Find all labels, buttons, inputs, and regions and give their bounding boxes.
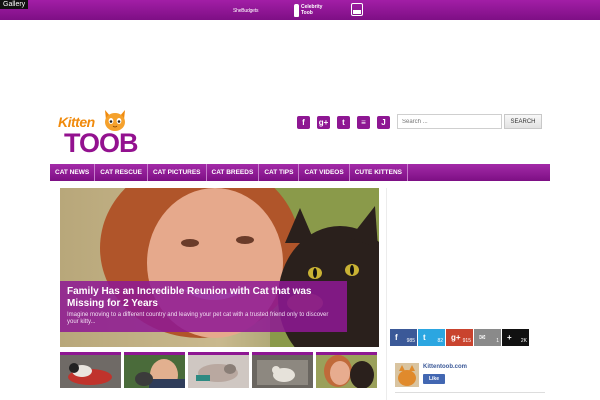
share-facebook-count: 985 (406, 338, 415, 344)
slider-thumbnails (60, 352, 377, 388)
hero-title[interactable]: Family Has an Incredible Reunion with Ca… (67, 286, 340, 310)
share-facebook-icon: f (395, 333, 398, 342)
nav-cat-videos[interactable]: CAT VIDEOS (299, 164, 350, 181)
share-google-plus-button[interactable]: g+ 915 (446, 329, 473, 346)
nav-cute-kittens[interactable]: CUTE KITTENS (350, 164, 409, 181)
share-facebook-button[interactable]: f 985 (390, 329, 417, 346)
logo-toob-text: TOOB (64, 128, 139, 158)
nav-cat-tips[interactable]: CAT TIPS (259, 164, 300, 181)
gallery-link[interactable]: Gallery (0, 0, 29, 9)
share-twitter-button[interactable]: t 82 (418, 329, 445, 346)
celebrity-toob-logo[interactable]: Celebrity Toob (294, 4, 334, 17)
facebook-widget-divider (395, 392, 545, 393)
hero-description: Imagine moving to a different country an… (67, 312, 329, 325)
facebook-page-name[interactable]: Kittentoob.com (423, 364, 467, 370)
search-button[interactable]: SEARCH (504, 114, 542, 129)
nav-cat-news[interactable]: CAT NEWS (50, 164, 96, 181)
header-social-icons: f g+ t ≡ J (297, 116, 390, 129)
share-google-plus-count: 915 (462, 338, 471, 344)
share-twitter-count: 82 (437, 338, 443, 344)
share-more-icon: + (507, 333, 512, 342)
facebook-icon[interactable]: f (297, 116, 310, 129)
nav-cat-rescue[interactable]: CAT RESCUE (95, 164, 148, 181)
share-bar: f 985 t 82 g+ 915 ✉ 1 + 2K (390, 329, 529, 346)
share-more-button[interactable]: + 2K (502, 329, 529, 346)
site-logo[interactable]: Kitten TOOB (58, 108, 153, 158)
twitter-icon[interactable]: t (337, 116, 350, 129)
share-more-count: 2K (520, 338, 527, 344)
share-twitter-icon: t (423, 333, 426, 342)
share-google-plus-icon: g+ (451, 333, 461, 342)
sidebar-divider (386, 188, 387, 400)
hero-caption[interactable]: Family Has an Incredible Reunion with Ca… (60, 281, 347, 332)
rss-icon[interactable]: ≡ (357, 116, 370, 129)
network-bar: Gallery SheBudgets Celebrity Toob (0, 0, 600, 20)
celebrity-logo-line2: Toob (301, 10, 313, 16)
stumbleupon-icon[interactable]: J (377, 116, 390, 129)
thumbnail-2[interactable] (124, 352, 185, 388)
thumbnail-3[interactable] (188, 352, 249, 388)
search-input[interactable] (397, 114, 502, 129)
tiny-tv-logo[interactable] (351, 3, 363, 16)
facebook-page-widget: Kittentoob.com Like (395, 363, 545, 400)
nav-cat-breeds[interactable]: CAT BREEDS (207, 164, 260, 181)
share-email-button[interactable]: ✉ 1 (474, 329, 501, 346)
thumbnail-5[interactable] (316, 352, 377, 388)
tiny-tv-icon (351, 3, 363, 16)
share-email-icon: ✉ (479, 333, 486, 342)
facebook-page-thumbnail[interactable] (395, 363, 419, 387)
main-nav: CAT NEWS CAT RESCUE CAT PICTURES CAT BRE… (50, 164, 550, 181)
share-email-count: 1 (496, 338, 499, 344)
nav-cat-pictures[interactable]: CAT PICTURES (148, 164, 207, 181)
google-plus-icon[interactable]: g+ (317, 116, 330, 129)
celebrity-figure-icon (294, 4, 299, 17)
thumbnail-1[interactable] (60, 352, 121, 388)
thumbnail-4[interactable] (252, 352, 313, 388)
shebudgets-logo[interactable]: SheBudgets (233, 8, 258, 14)
facebook-like-button[interactable]: Like (423, 374, 445, 384)
